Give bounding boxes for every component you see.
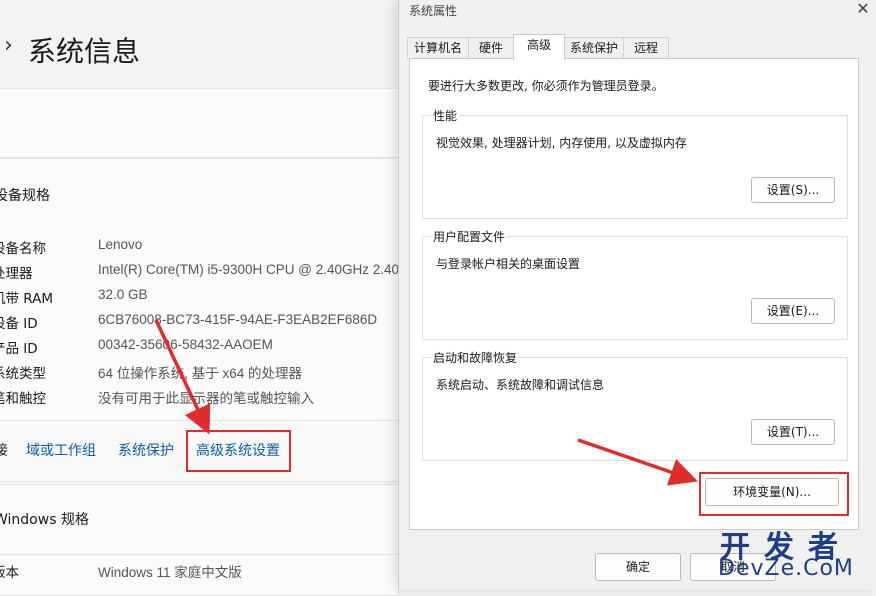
spec-row: 设备名称 Lenovo — [0, 237, 412, 259]
spec-row: 设备 ID 6CB76008-BC73-415F-94AE-F3EAB2EF686… — [0, 312, 412, 334]
breadcrumb-chevron-icon[interactable]: › — [4, 33, 13, 58]
system-protection-link[interactable]: 系统保护 — [118, 440, 174, 460]
spec-row: 产品 ID 00342-35606-58432-AAOEM — [0, 337, 412, 359]
spec-value: 6CB76008-BC73-415F-94AE-F3EAB2EF686D — [98, 312, 378, 327]
spec-key: 处理器 — [0, 266, 33, 282]
spec-key: 系统类型 — [0, 366, 46, 382]
group-label: 性能 — [431, 107, 460, 124]
related-links-prefix: 接 — [0, 443, 8, 459]
dialog-title: 系统属性 — [409, 4, 458, 18]
spec-key: 设备名称 — [0, 241, 46, 257]
spec-value: 64 位操作系统, 基于 x64 的处理器 — [98, 366, 303, 381]
tab-advanced[interactable]: 高级 — [513, 34, 565, 60]
highlight-box-environment-variables — [699, 472, 849, 516]
spec-row: 机带 RAM 32.0 GB — [0, 287, 412, 309]
close-icon[interactable]: ✕ — [851, 0, 875, 20]
spec-key: 版本 — [0, 565, 19, 581]
spec-value: Intel(R) Core(TM) i5-9300H CPU @ 2.40GHz… — [98, 262, 400, 277]
user-profiles-settings-button[interactable]: 设置(E)... — [751, 298, 835, 324]
highlight-box-advanced-settings — [186, 430, 291, 472]
advanced-tab-panel: 要进行大多数更改, 你必须作为管理员登录。 性能 视觉效果, 处理器计划, 内存… — [409, 58, 859, 530]
group-description: 视觉效果, 处理器计划, 内存使用, 以及虚拟内存 — [436, 136, 687, 150]
spec-value: 00342-35606-58432-AAOEM — [98, 337, 273, 352]
group-description: 与登录帐户相关的桌面设置 — [436, 257, 581, 271]
spec-key: 产品 ID — [0, 341, 38, 357]
spec-value: Lenovo — [98, 237, 143, 252]
windows-specs-title: Windows 规格 — [0, 512, 89, 528]
spec-row: 系统类型 64 位操作系统, 基于 x64 的处理器 — [0, 362, 412, 384]
spec-value: 32.0 GB — [98, 287, 148, 302]
group-label: 启动和故障恢复 — [431, 349, 520, 366]
domain-workgroup-link[interactable]: 域或工作组 — [26, 440, 96, 460]
performance-settings-button[interactable]: 设置(S)... — [751, 177, 835, 203]
startup-recovery-settings-button[interactable]: 设置(T)... — [751, 419, 835, 445]
admin-notice: 要进行大多数更改, 你必须作为管理员登录。 — [428, 79, 664, 93]
group-label: 用户配置文件 — [431, 228, 508, 245]
watermark-logo-bottom: DevZe.CoM — [718, 556, 854, 581]
tab-computer-name[interactable]: 计算机名 — [407, 37, 469, 59]
ok-button[interactable]: 确定 — [595, 553, 681, 581]
spec-value: 没有可用于此显示器的笔或触控输入 — [98, 391, 314, 406]
spec-row: 版本 Windows 11 家庭中文版 — [0, 561, 412, 583]
spec-row: 笔和触控 没有可用于此显示器的笔或触控输入 — [0, 387, 412, 409]
top-card — [0, 88, 399, 158]
group-description: 系统启动、系统故障和调试信息 — [436, 378, 605, 392]
device-specs-title: 设备规格 — [0, 188, 50, 204]
spec-key: 机带 RAM — [0, 291, 54, 307]
spec-row: 处理器 Intel(R) Core(TM) i5-9300H CPU @ 2.40… — [0, 262, 412, 284]
spec-value: Windows 11 家庭中文版 — [98, 565, 242, 580]
startup-recovery-group: 启动和故障恢复 系统启动、系统故障和调试信息 设置(T)... — [422, 349, 848, 461]
page-title: 系统信息 — [28, 35, 141, 68]
tab-remote[interactable]: 远程 — [623, 37, 669, 59]
system-properties-dialog: 系统属性 ✕ 计算机名 硬件 高级 系统保护 远程 要进行大多数更改, 你必须作… — [398, 0, 876, 590]
device-specs-card: 设备规格 设备名称 Lenovo 处理器 Intel(R) Core(TM) i5-… — [0, 158, 399, 422]
user-profiles-group: 用户配置文件 与登录帐户相关的桌面设置 设置(E)... — [422, 228, 848, 340]
spec-key: 设备 ID — [0, 316, 38, 332]
tab-hardware[interactable]: 硬件 — [468, 37, 514, 59]
windows-specs-card: Windows 规格 — [0, 484, 399, 556]
performance-group: 性能 视觉效果, 处理器计划, 内存使用, 以及虚拟内存 设置(S)... — [422, 107, 848, 219]
tab-system-protection[interactable]: 系统保护 — [564, 37, 624, 59]
spec-key: 笔和触控 — [0, 391, 46, 407]
